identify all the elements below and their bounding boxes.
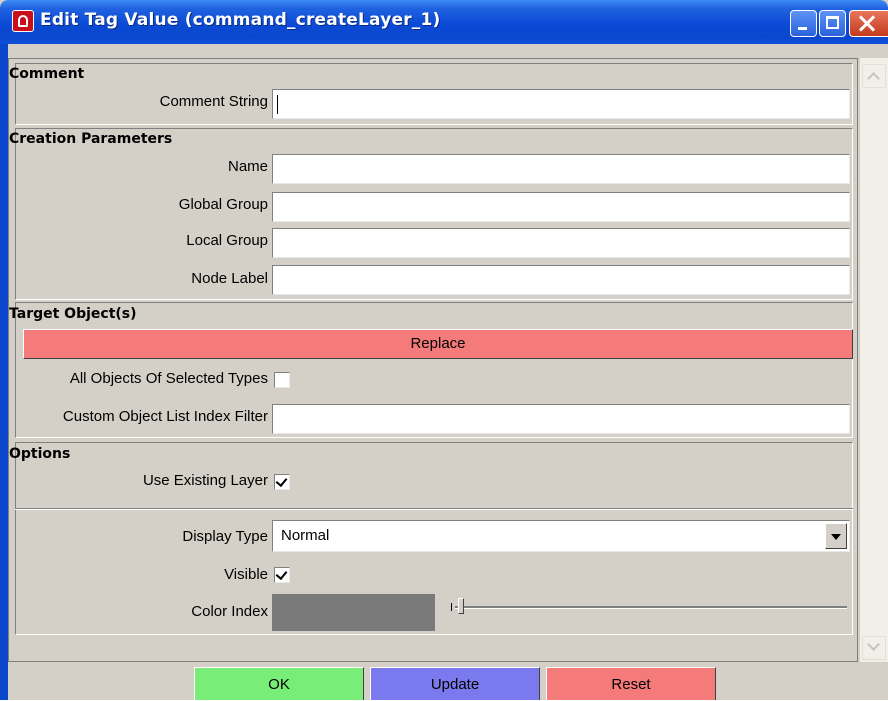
options-divider	[15, 508, 853, 510]
color-index-swatch	[272, 594, 435, 631]
color-index-slider-handle[interactable]	[458, 598, 464, 614]
use-existing-layer-checkbox[interactable]	[274, 474, 290, 490]
local-group-label: Local Group	[186, 232, 268, 249]
comment-string-label: Comment String	[159, 93, 268, 110]
global-group-input[interactable]	[272, 192, 850, 222]
display-type-select[interactable]: Normal	[272, 520, 850, 552]
chevron-down-icon[interactable]	[825, 523, 847, 549]
comment-string-input[interactable]	[272, 89, 850, 119]
visible-label: Visible	[224, 566, 268, 583]
app-logo-icon[interactable]	[12, 10, 34, 32]
local-group-input[interactable]	[272, 228, 850, 258]
node-label-input[interactable]	[272, 265, 850, 295]
maximize-button[interactable]	[819, 10, 846, 37]
target-objects-title: Target Object(s)	[9, 306, 137, 322]
visible-checkbox[interactable]	[274, 567, 290, 583]
close-button[interactable]	[849, 10, 888, 37]
text-caret	[277, 95, 278, 114]
scroll-down-icon[interactable]	[862, 636, 886, 660]
scroll-up-icon[interactable]	[862, 64, 886, 88]
color-index-label: Color Index	[191, 603, 268, 620]
slider-tick	[451, 603, 452, 611]
title-bar[interactable]: Edit Tag Value (command_createLayer_1)	[0, 0, 888, 44]
color-index-slider-track[interactable]	[455, 606, 847, 609]
window-title: Edit Tag Value (command_createLayer_1)	[40, 10, 441, 30]
ok-button[interactable]: OK	[194, 667, 364, 700]
reset-button[interactable]: Reset	[546, 667, 716, 700]
edit-tag-value-window: Edit Tag Value (command_createLayer_1) C…	[0, 0, 888, 700]
window-border-left	[0, 44, 8, 700]
name-input[interactable]	[272, 154, 850, 184]
custom-filter-input[interactable]	[272, 404, 850, 434]
options-title: Options	[9, 446, 71, 462]
display-type-label: Display Type	[182, 528, 268, 545]
use-existing-layer-label: Use Existing Layer	[142, 472, 268, 489]
all-objects-label: All Objects Of Selected Types	[69, 370, 268, 387]
minimize-button[interactable]	[790, 10, 817, 37]
global-group-label: Global Group	[178, 196, 268, 213]
vertical-scrollbar[interactable]	[859, 58, 888, 662]
name-label: Name	[227, 158, 268, 175]
replace-button[interactable]: Replace	[23, 329, 853, 359]
comment-section-title: Comment	[9, 66, 85, 82]
creation-parameters-title: Creation Parameters	[9, 131, 173, 147]
display-type-value: Normal	[281, 527, 330, 544]
custom-filter-label: Custom Object List Index Filter	[62, 408, 268, 425]
node-label-label: Node Label	[191, 270, 268, 287]
all-objects-checkbox[interactable]	[274, 372, 290, 388]
update-button[interactable]: Update	[370, 667, 540, 700]
